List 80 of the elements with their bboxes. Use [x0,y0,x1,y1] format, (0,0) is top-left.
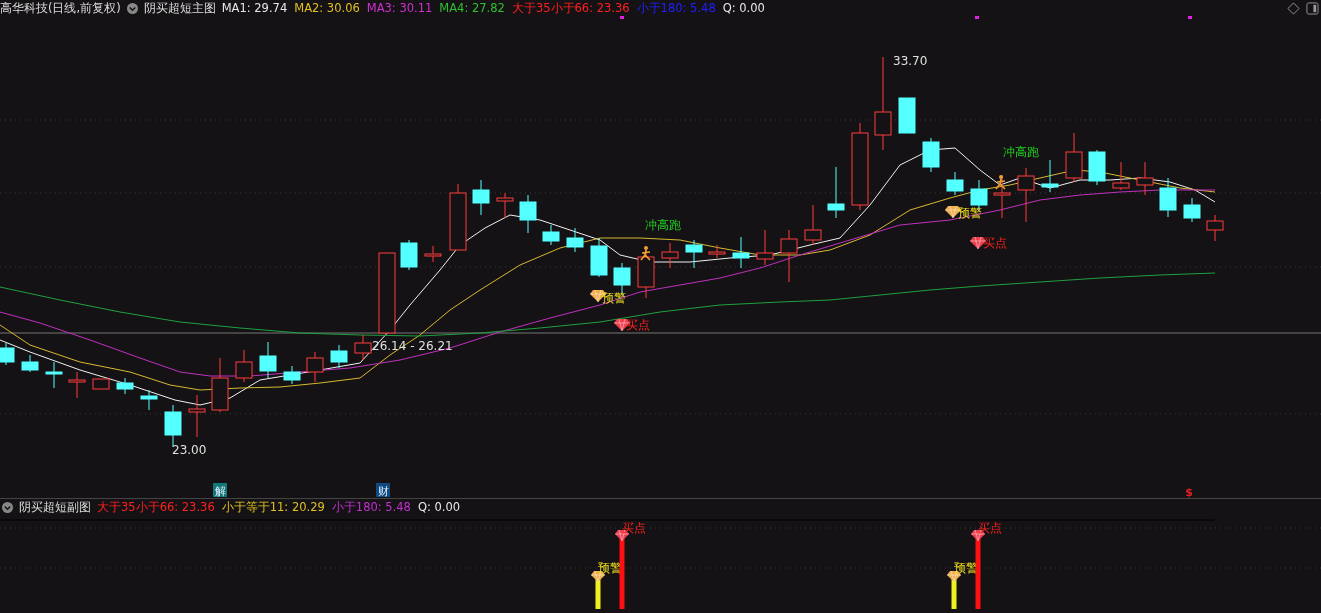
signal-bar [951,577,957,609]
event-marker[interactable]: 财 [376,483,390,498]
indicator-value: MA1: 29.74 [221,1,288,15]
indicator-value: MA3: 30.11 [366,1,433,15]
candlestick [45,361,63,389]
candlestick [780,229,798,283]
candlestick [140,389,158,411]
signal-label: 买点 [978,521,1002,535]
candlestick [21,354,39,373]
candlestick [519,194,537,234]
stock-title: 高华科技(日线,前复权) [0,0,121,16]
candlestick [1041,159,1059,193]
signal-label: 买点 [622,521,646,535]
candlestick [306,351,324,383]
signal-label: 买点 [626,318,650,332]
indicator-value: 大于35小于66: 23.36 [97,499,215,515]
indicator-value: Q: 0.00 [722,1,765,15]
candlestick [685,239,703,269]
candlestick [1017,167,1035,223]
signal-label: 冲高跑 [1003,145,1039,159]
candlestick [898,97,916,134]
candlestick [330,344,348,369]
candlestick [708,244,726,259]
candlestick [827,166,845,219]
indicator-name[interactable]: 阴买超短主图 [143,0,216,16]
candlestick [1065,132,1083,183]
panel-toggle-icon[interactable] [1306,1,1319,15]
indicator-value: 小于180: 5.48 [331,499,411,515]
candlestick [283,365,301,385]
candlestick [424,245,442,263]
diamond-icon[interactable] [1287,1,1300,15]
signal-bar [595,577,601,609]
candlestick [732,236,750,269]
signal-label: 预警 [958,206,982,220]
event-marker[interactable]: 解 [213,483,227,498]
signal-label: 预警 [954,561,978,575]
candlestick [1112,161,1130,191]
candlestick [542,224,560,246]
signal-label: 冲高跑 [645,218,681,232]
indicator-value: 小于等于11: 20.29 [221,499,325,515]
candlestick [449,183,467,251]
collapse-icon[interactable] [126,2,138,14]
indicator-value: 小于180: 5.48 [636,0,716,16]
candlestick [259,341,277,379]
signal-label: 买点 [983,236,1007,250]
candlestick [661,242,679,269]
candlestick [1183,197,1201,223]
indicator-value: 大于35小于66: 23.36 [511,0,630,16]
signal-label: 预警 [598,561,622,575]
collapse-icon[interactable] [2,501,13,513]
candlestick [354,334,372,361]
candlestick [472,179,490,216]
candlestick [1136,161,1154,196]
candlestick [0,342,15,366]
candlestick [68,371,86,399]
price-label: 23.00 [172,443,207,457]
indicator-value: Q: 0.00 [417,500,461,514]
price-label: 33.70 [893,54,928,68]
candlestick [400,239,418,271]
candlestick [566,227,584,253]
event-marker[interactable]: $ [1185,486,1193,498]
candlestick [922,137,940,173]
candlestick [756,229,774,266]
candlestick [211,357,229,413]
indicator-name[interactable]: 阴买超短副图 [19,499,91,515]
indicator-value: MA2: 30.06 [294,1,360,15]
candlestick [1159,177,1177,218]
runner-icon [640,246,651,261]
indicator-value: MA4: 27.82 [439,1,505,15]
candlestick [804,204,822,246]
candlestick [946,171,964,196]
candlestick [496,192,514,219]
candlestick [590,237,608,278]
candlestick [92,378,110,390]
candlestick [235,349,253,383]
candlestick [1206,214,1224,242]
runner-icon [995,175,1006,190]
candlestick [188,394,206,438]
candlestick [1088,149,1106,186]
candlestick [116,377,134,395]
